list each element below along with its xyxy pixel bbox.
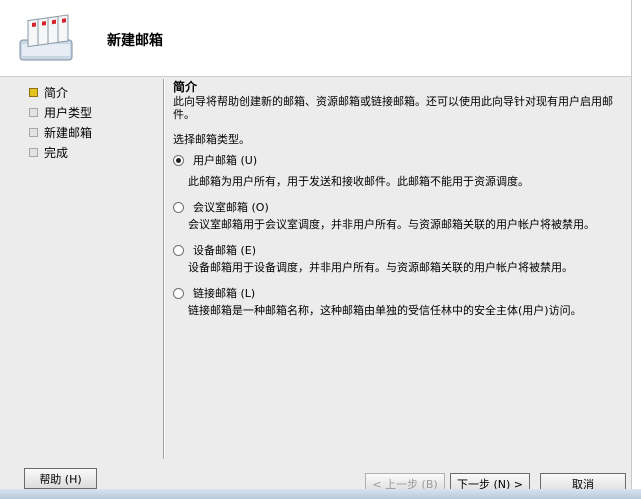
option-equipment-mailbox[interactable]: 设备邮箱 (E) 设备邮箱用于设备调度，并非用户所有。与资源邮箱关联的用户帐户将… bbox=[173, 241, 618, 274]
step-label: 用户类型 bbox=[44, 105, 93, 120]
radio-user-mailbox[interactable] bbox=[173, 154, 184, 166]
mailbox-type-prompt: 选择邮箱类型。 bbox=[173, 133, 250, 146]
step-label: 新建邮箱 bbox=[44, 125, 93, 140]
radio-room-mailbox[interactable] bbox=[173, 201, 184, 213]
radio-linked-mailbox[interactable] bbox=[173, 287, 184, 299]
radio-equipment-mailbox[interactable] bbox=[173, 244, 184, 256]
step-indicator-icon bbox=[29, 127, 38, 137]
step-list: 简介 用户类型 新建邮箱 完成 bbox=[29, 82, 92, 162]
option-linked-mailbox[interactable]: 链接邮箱 (L) 链接邮箱是一种邮箱名称，这种邮箱由单独的受信任林中的安全主体(… bbox=[173, 284, 618, 317]
help-button[interactable]: 帮助 (H) bbox=[24, 468, 97, 489]
wizard-header: 新建邮箱 bbox=[0, 0, 631, 77]
option-description: 设备邮箱用于设备调度，并非用户所有。与资源邮箱关联的用户帐户将被禁用。 bbox=[188, 261, 573, 274]
intro-text: 此向导将帮助创建新的邮箱、资源邮箱或链接邮箱。还可以使用此向导针对现有用户启用邮… bbox=[173, 95, 613, 121]
step-completion: 完成 bbox=[29, 142, 92, 162]
content-heading: 简介 bbox=[173, 80, 198, 94]
step-label: 完成 bbox=[44, 145, 69, 160]
step-indicator-icon bbox=[29, 147, 38, 157]
option-user-mailbox[interactable]: 用户邮箱 (U) 此邮箱为用户所有，用于发送和接收邮件。此邮箱不能用于资源调度。 bbox=[173, 151, 618, 188]
background-window-edge bbox=[631, 0, 641, 499]
step-intro: 简介 bbox=[29, 82, 92, 102]
mailbox-stack-icon bbox=[19, 14, 73, 61]
option-label[interactable]: 设备邮箱 (E) bbox=[193, 242, 256, 258]
wizard-title: 新建邮箱 bbox=[107, 33, 163, 49]
option-description: 链接邮箱是一种邮箱名称，这种邮箱由单独的受信任林中的安全主体(用户)访问。 bbox=[188, 304, 582, 317]
step-indicator-active-icon bbox=[29, 87, 38, 97]
option-room-mailbox[interactable]: 会议室邮箱 (O) 会议室邮箱用于会议室调度，并非用户所有。与资源邮箱关联的用户… bbox=[173, 198, 618, 231]
vertical-divider bbox=[163, 79, 165, 459]
option-description: 会议室邮箱用于会议室调度，并非用户所有。与资源邮箱关联的用户帐户将被禁用。 bbox=[188, 218, 595, 231]
option-description: 此邮箱为用户所有，用于发送和接收邮件。此邮箱不能用于资源调度。 bbox=[188, 175, 529, 188]
content-panel: 简介 此向导将帮助创建新的邮箱、资源邮箱或链接邮箱。还可以使用此向导针对现有用户… bbox=[173, 80, 618, 317]
step-indicator-icon bbox=[29, 107, 38, 117]
option-label[interactable]: 链接邮箱 (L) bbox=[193, 285, 255, 301]
step-user-type: 用户类型 bbox=[29, 102, 92, 122]
taskbar bbox=[0, 489, 641, 499]
step-label: 简介 bbox=[44, 85, 69, 100]
step-new-mailbox: 新建邮箱 bbox=[29, 122, 92, 142]
option-label[interactable]: 用户邮箱 (U) bbox=[193, 152, 257, 168]
option-label[interactable]: 会议室邮箱 (O) bbox=[193, 199, 269, 215]
